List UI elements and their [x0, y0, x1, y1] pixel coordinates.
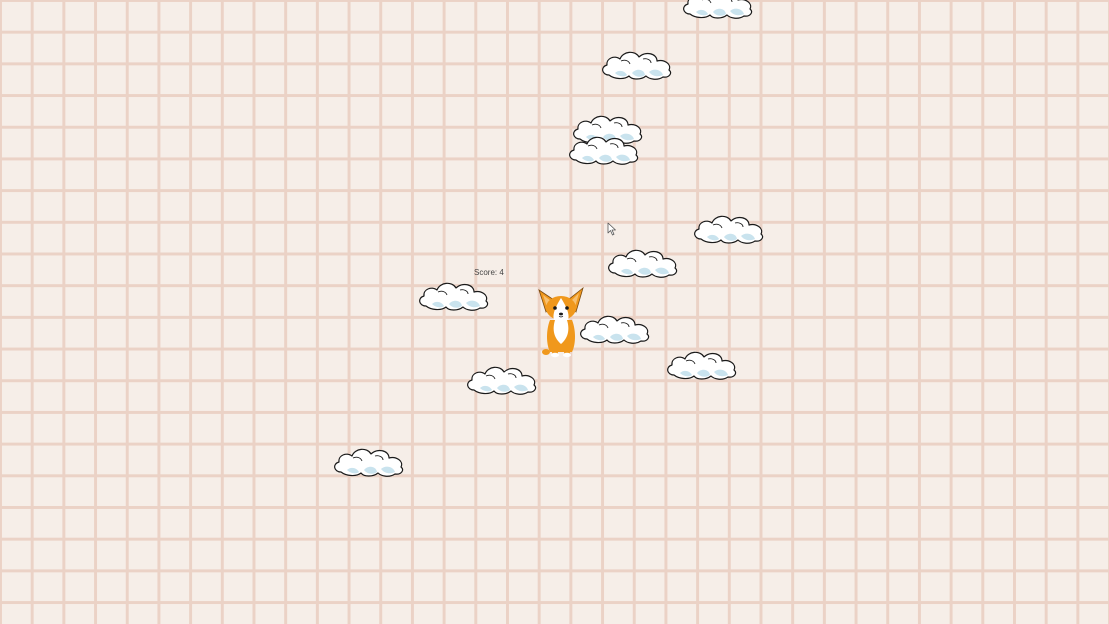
cloud-platform	[605, 245, 681, 279]
cloud-platform	[691, 211, 767, 245]
cloud-platform	[680, 0, 756, 20]
score-display: Score: 4	[474, 268, 504, 277]
corgi-player	[534, 286, 588, 360]
cloud-platform	[464, 362, 540, 396]
cloud-platform	[664, 347, 740, 381]
cloud-platform	[599, 47, 675, 81]
cloud-platform	[577, 311, 653, 345]
cloud-platform	[566, 132, 642, 166]
score-value: 4	[499, 268, 504, 277]
cloud-platform	[331, 444, 407, 478]
score-label: Score:	[474, 268, 498, 277]
arrow-cursor-icon	[607, 222, 617, 236]
game-canvas[interactable]: Score: 4	[0, 0, 1109, 624]
cloud-platform	[416, 278, 492, 312]
